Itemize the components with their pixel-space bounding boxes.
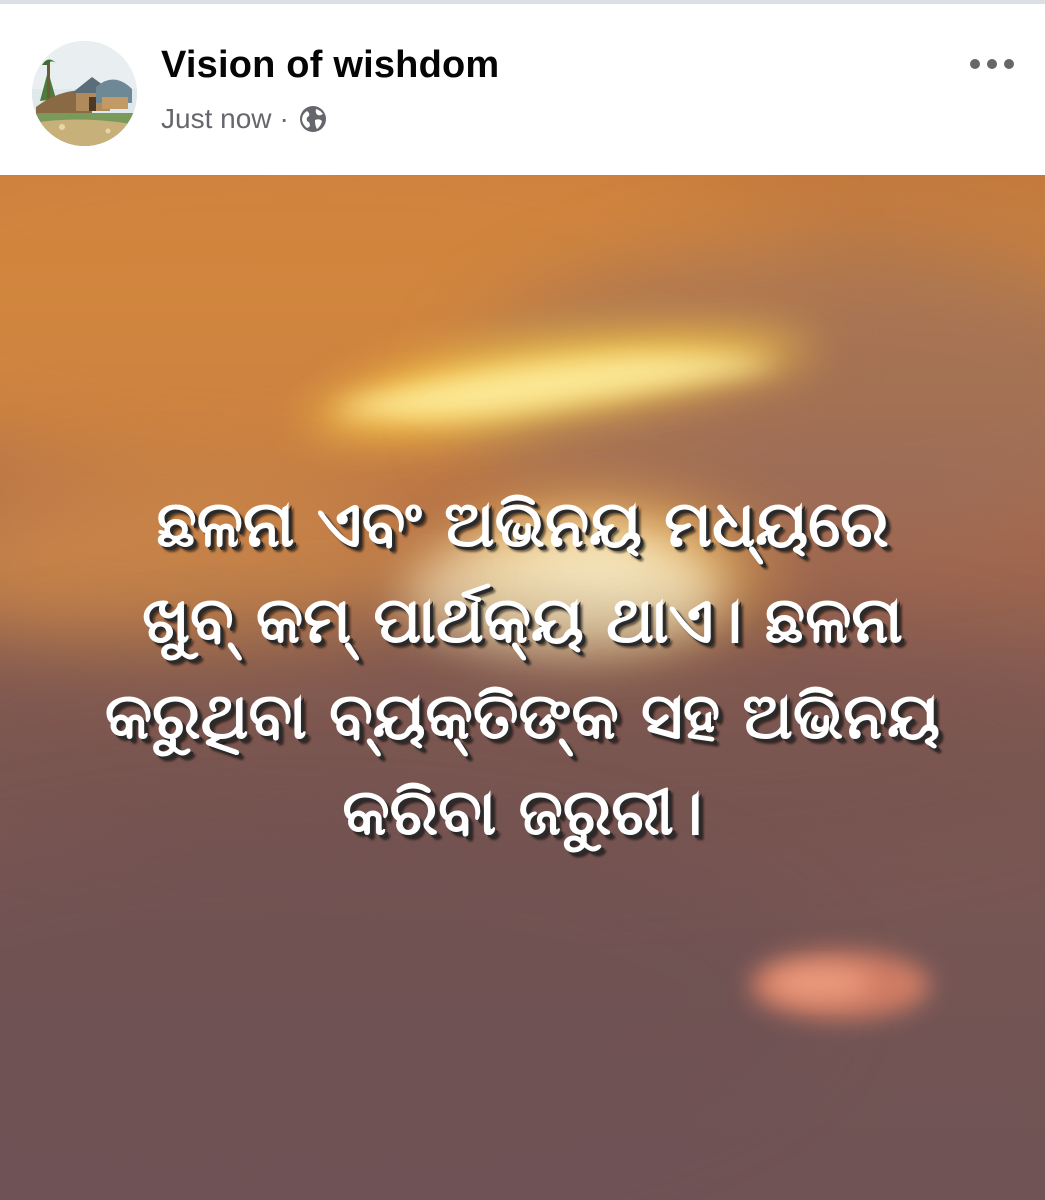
- meta-separator: ·: [279, 103, 289, 134]
- post-image[interactable]: ଛଳନା ଏବଂ ଅଭିନୟ ମଧ୍ୟରେ ଖୁବ୍ କମ୍ ପାର୍ଥକ୍ୟ …: [0, 175, 1045, 1200]
- quote-text: ଛଳନା ଏବଂ ଅଭିନୟ ମଧ୍ୟରେ ଖୁବ୍ କମ୍ ପାର୍ଥକ୍ୟ …: [0, 477, 1045, 861]
- more-options-icon: [970, 59, 980, 69]
- quote-line-4: କରିବା ଜରୁରୀ।: [342, 776, 703, 850]
- quote-line-2: ଖୁବ୍ କମ୍ ପାର୍ଥକ୍ୟ ଥାଏ। ଛଳନା: [142, 584, 903, 658]
- post-timestamp[interactable]: Just now: [161, 103, 272, 135]
- more-options-button[interactable]: [960, 48, 1024, 80]
- page-name[interactable]: Vision of wishdom: [161, 44, 499, 87]
- avatar-village-illustration: [32, 41, 137, 146]
- globe-icon[interactable]: [298, 104, 328, 134]
- page-avatar[interactable]: [32, 41, 137, 146]
- quote-line-1: ଛଳନା ଏବଂ ଅଭିନୟ ମଧ୍ୟରେ: [156, 488, 889, 562]
- post-header: Vision of wishdom Just now ·: [0, 4, 1045, 175]
- post-meta: Just now ·: [161, 101, 328, 137]
- quote-line-3: କରୁଥିବା ବ୍ୟକ୍ତିଙ୍କ ସହ ଅଭିନୟ: [104, 680, 941, 754]
